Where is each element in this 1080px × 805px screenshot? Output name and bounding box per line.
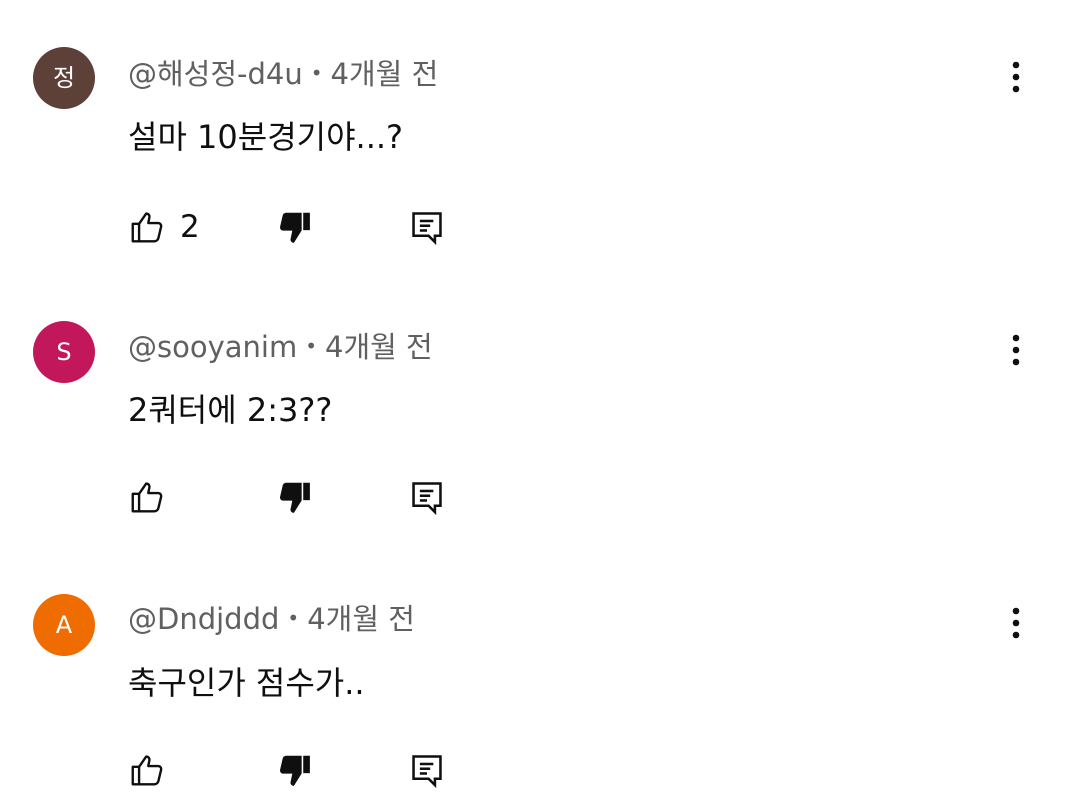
- reply-button[interactable]: [408, 477, 446, 517]
- thumb-down-icon: [280, 755, 310, 786]
- comment-text: 2쿼터에 2:3??: [128, 391, 333, 429]
- meta-separator: •: [287, 606, 300, 630]
- comment-menu-button[interactable]: [996, 603, 1036, 643]
- thumb-down-icon: [280, 482, 310, 513]
- avatar-letter: A: [55, 611, 73, 639]
- comment-time[interactable]: 4개월 전: [307, 602, 415, 636]
- dislike-button[interactable]: [276, 477, 314, 517]
- like-button[interactable]: [128, 750, 180, 790]
- comment-reply-icon: [412, 755, 442, 789]
- reply-button[interactable]: [408, 750, 446, 790]
- dislike-button[interactable]: [276, 750, 314, 790]
- like-button[interactable]: [128, 477, 180, 517]
- author-name[interactable]: @Dndjddd: [128, 602, 279, 636]
- comment-item: A @Dndjddd • 4개월 전 축구인가 점수가..: [0, 0, 1080, 789]
- author-name[interactable]: @sooyanim: [128, 330, 297, 364]
- comment-meta: @Dndjddd • 4개월 전: [128, 600, 415, 637]
- avatar[interactable]: S: [33, 321, 95, 383]
- more-vert-icon: [1012, 607, 1020, 639]
- thumb-up-icon: [131, 755, 163, 786]
- meta-separator: •: [305, 334, 318, 358]
- thumb-up-icon: [131, 482, 163, 513]
- comment-text: 축구인가 점수가..: [128, 664, 365, 702]
- comment-meta: @sooyanim • 4개월 전: [128, 328, 433, 365]
- comment-reply-icon: [412, 482, 442, 516]
- comment-time[interactable]: 4개월 전: [325, 330, 433, 364]
- avatar-letter: S: [56, 338, 72, 366]
- comment-menu-button[interactable]: [996, 330, 1036, 370]
- avatar[interactable]: A: [33, 594, 95, 656]
- more-vert-icon: [1012, 334, 1020, 366]
